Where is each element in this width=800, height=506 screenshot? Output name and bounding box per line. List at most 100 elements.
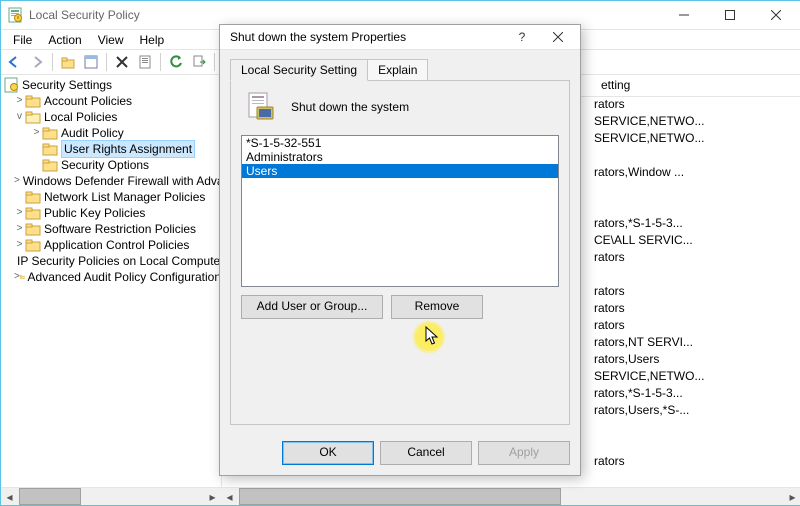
menu-action[interactable]: Action	[40, 31, 89, 49]
tree-item[interactable]: > Software Restriction Policies	[1, 221, 221, 237]
expander-icon[interactable]: >	[31, 125, 42, 141]
tree-item[interactable]: >Advanced Audit Policy Configuration	[1, 269, 221, 285]
app-title: Local Security Policy	[29, 8, 661, 22]
tree-item-selected[interactable]: User Rights Assignment	[1, 141, 221, 157]
scroll-left-icon[interactable]: ◂	[221, 488, 238, 505]
properties-dialog: Shut down the system Properties ? Local …	[219, 24, 581, 476]
delete-button[interactable]	[111, 51, 133, 73]
up-level-button[interactable]	[57, 51, 79, 73]
refresh-button[interactable]	[165, 51, 187, 73]
tab-local-security-setting[interactable]: Local Security Setting	[230, 59, 368, 81]
cell-security-setting	[590, 266, 800, 283]
cancel-button[interactable]: Cancel	[380, 441, 472, 465]
export-list-button[interactable]	[188, 51, 210, 73]
tab-page: Shut down the system *S-1-5-32-551Admini…	[230, 81, 570, 425]
folder-icon	[25, 237, 41, 253]
menu-file[interactable]: File	[5, 31, 40, 49]
scroll-thumb[interactable]	[239, 488, 561, 505]
scroll-right-icon[interactable]: ▸	[204, 488, 221, 505]
tree-item[interactable]: >Account Policies	[1, 93, 221, 109]
column-header-setting[interactable]: etting	[595, 75, 800, 96]
tree-label: Local Policies	[44, 109, 117, 125]
cell-security-setting: rators,Window ...	[590, 164, 800, 181]
dialog-close-button[interactable]	[540, 25, 576, 49]
tree-item[interactable]: >Public Key Policies	[1, 205, 221, 221]
tree-label: Security Options	[61, 157, 149, 173]
expander-icon[interactable]: >	[14, 205, 25, 221]
tree-item[interactable]: >Windows Defender Firewall with Advanced…	[1, 173, 221, 189]
cell-security-setting	[590, 419, 800, 436]
forward-button[interactable]	[26, 51, 48, 73]
tree-label: Security Settings	[22, 77, 112, 93]
cell-security-setting	[590, 436, 800, 453]
cell-security-setting: SERVICE,NETWO...	[590, 113, 800, 130]
scroll-right-icon[interactable]: ▸	[784, 488, 800, 505]
folder-open-icon	[25, 109, 41, 125]
tree-item[interactable]: IP Security Policies on Local Computer	[1, 253, 221, 269]
expander-icon[interactable]: >	[14, 237, 25, 253]
policy-label: Shut down the system	[291, 100, 409, 114]
cell-security-setting: rators,Users,*S-...	[590, 402, 800, 419]
cell-security-setting: rators	[590, 283, 800, 300]
cell-security-setting: rators,Users	[590, 351, 800, 368]
back-button[interactable]	[3, 51, 25, 73]
cell-security-setting: CE\ALL SERVIC...	[590, 232, 800, 249]
properties-button[interactable]	[134, 51, 156, 73]
cell-security-setting: rators	[590, 249, 800, 266]
folder-icon	[25, 189, 41, 205]
menu-view[interactable]: View	[90, 31, 132, 49]
menu-help[interactable]: Help	[132, 31, 173, 49]
expander-icon[interactable]: >	[14, 173, 20, 189]
folder-icon	[20, 269, 25, 285]
tree-label: Software Restriction Policies	[44, 221, 196, 237]
maximize-button[interactable]	[707, 1, 753, 29]
tree-scrollbar[interactable]: ◂ ▸	[1, 488, 221, 505]
folder-icon	[25, 93, 41, 109]
tree-item[interactable]: > Application Control Policies	[1, 237, 221, 253]
close-button[interactable]	[753, 1, 799, 29]
cell-security-setting: rators	[590, 453, 800, 470]
tree-item[interactable]: Security Options	[1, 157, 221, 173]
dialog-help-button[interactable]: ?	[504, 25, 540, 49]
apply-button[interactable]: Apply	[478, 441, 570, 465]
tree-root[interactable]: Security Settings	[1, 77, 221, 93]
tree-label: Network List Manager Policies	[44, 189, 205, 205]
tree-label: Application Control Policies	[44, 237, 189, 253]
cell-security-setting: rators	[590, 317, 800, 334]
tree-label: Windows Defender Firewall with Advanced …	[23, 173, 222, 189]
scroll-thumb[interactable]	[19, 488, 81, 505]
add-user-or-group-button[interactable]: Add User or Group...	[241, 295, 383, 319]
cell-security-setting: rators	[590, 96, 800, 113]
list-item[interactable]: Users	[242, 164, 558, 178]
cell-security-setting: SERVICE,NETWO...	[590, 368, 800, 385]
tree-item[interactable]: v Local Policies	[1, 109, 221, 125]
ok-button[interactable]: OK	[282, 441, 374, 465]
policy-icon	[245, 91, 277, 123]
expander-icon[interactable]: v	[14, 109, 25, 125]
expander-icon[interactable]: >	[14, 93, 25, 109]
cell-security-setting: rators,NT SERVI...	[590, 334, 800, 351]
scroll-left-icon[interactable]: ◂	[1, 488, 18, 505]
nav-tree[interactable]: Security Settings >Account Policies v Loc…	[1, 75, 222, 490]
user-or-group-list[interactable]: *S-1-5-32-551AdministratorsUsers	[241, 135, 559, 287]
list-item[interactable]: Administrators	[242, 150, 558, 164]
shield-icon	[3, 77, 19, 93]
cursor-icon	[425, 326, 441, 348]
remove-button[interactable]: Remove	[391, 295, 483, 319]
dialog-titlebar[interactable]: Shut down the system Properties ?	[220, 25, 580, 50]
tab-explain[interactable]: Explain	[367, 59, 428, 81]
dialog-title: Shut down the system Properties	[230, 30, 504, 44]
dialog-button-row: OK Cancel Apply	[220, 435, 580, 475]
list-item[interactable]: *S-1-5-32-551	[242, 136, 558, 150]
show-properties-button[interactable]	[80, 51, 102, 73]
list-scrollbar[interactable]: ◂ ▸	[221, 488, 800, 505]
minimize-button[interactable]	[661, 1, 707, 29]
tree-item[interactable]: >Audit Policy	[1, 125, 221, 141]
cell-security-setting: rators,*S-1-5-3...	[590, 215, 800, 232]
tree-label: Advanced Audit Policy Configuration	[28, 269, 221, 285]
expander-icon[interactable]: >	[14, 221, 25, 237]
tree-item[interactable]: Network List Manager Policies	[1, 189, 221, 205]
cell-security-setting: rators	[590, 300, 800, 317]
app-icon	[7, 7, 23, 23]
folder-icon	[25, 205, 41, 221]
